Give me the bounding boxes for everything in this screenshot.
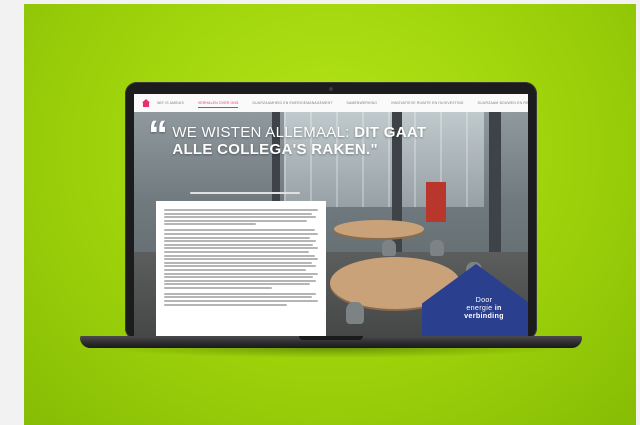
text-line [164, 283, 311, 286]
text-line [164, 212, 312, 215]
text-line [164, 236, 311, 239]
chair [430, 240, 444, 256]
text-line [164, 216, 317, 219]
text-line [164, 250, 309, 253]
paragraph [164, 229, 318, 289]
red-wall [426, 182, 446, 222]
tab-innovatieve-ruimte[interactable]: Innovatieve ruimte en Huisvesting [384, 94, 470, 112]
chair [346, 302, 364, 324]
laptop-shadow [104, 348, 560, 358]
energy-badge-text: Door energie in verbinding [434, 296, 528, 320]
paragraph [164, 292, 318, 306]
text-line [164, 279, 317, 282]
text-line [164, 300, 318, 303]
tab-wie-is[interactable]: Wie is Ambius [150, 94, 191, 112]
text-line [164, 247, 318, 250]
headline-text: We wisten allemaal: [172, 124, 355, 141]
chair [382, 240, 396, 256]
text-line [164, 265, 317, 268]
text-line [164, 243, 314, 246]
text-line [164, 303, 288, 306]
text-line [164, 240, 317, 243]
byline-placeholder [190, 192, 300, 194]
text-line [164, 223, 257, 226]
webcam-icon [329, 87, 333, 91]
byline [190, 192, 300, 195]
text-line [164, 296, 312, 299]
tab-duurzaamheid[interactable]: Duurzaamheid en Energiemanagement [245, 94, 339, 112]
text-line [164, 261, 312, 264]
laptop-notch [299, 336, 363, 340]
hero-headline: “ We wisten allemaal: dit gaat alle coll… [148, 115, 448, 158]
pillar-right [489, 112, 501, 272]
article-body [156, 201, 326, 340]
text-line [164, 219, 308, 222]
laptop-base [80, 336, 582, 348]
headline-bold-2: alle collega's raken." [172, 141, 378, 158]
headline-bold-1: dit gaat [354, 124, 427, 141]
promo-background: Wie is Ambius Verhalen over ons Duurzaam… [24, 4, 636, 425]
text-line [164, 254, 315, 257]
laptop-lid: Wie is Ambius Verhalen over ons Duurzaam… [125, 82, 537, 340]
text-line [164, 209, 318, 211]
tab-verhalen[interactable]: Verhalen over ons [191, 94, 246, 112]
table-back [334, 220, 424, 238]
top-navigation: Wie is Ambius Verhalen over ons Duurzaam… [134, 94, 528, 113]
text-line [164, 286, 272, 289]
nav-tabs: Wie is Ambius Verhalen over ons Duurzaam… [150, 94, 528, 112]
quote-mark: “ [148, 113, 169, 157]
text-line [164, 268, 306, 271]
text-line [164, 292, 317, 295]
badge-line-3: verbinding [464, 311, 504, 320]
laptop-screen: Wie is Ambius Verhalen over ons Duurzaam… [134, 94, 528, 340]
text-line [164, 258, 318, 261]
text-line [164, 229, 315, 232]
tab-samenwerking[interactable]: Samenwerking [340, 94, 385, 112]
text-line [164, 272, 318, 275]
text-line [164, 232, 318, 235]
text-line [164, 276, 314, 279]
tab-duurzaam-bouwen[interactable]: Duurzaam bouwen en renoveren [471, 94, 528, 112]
paragraph [164, 209, 318, 226]
